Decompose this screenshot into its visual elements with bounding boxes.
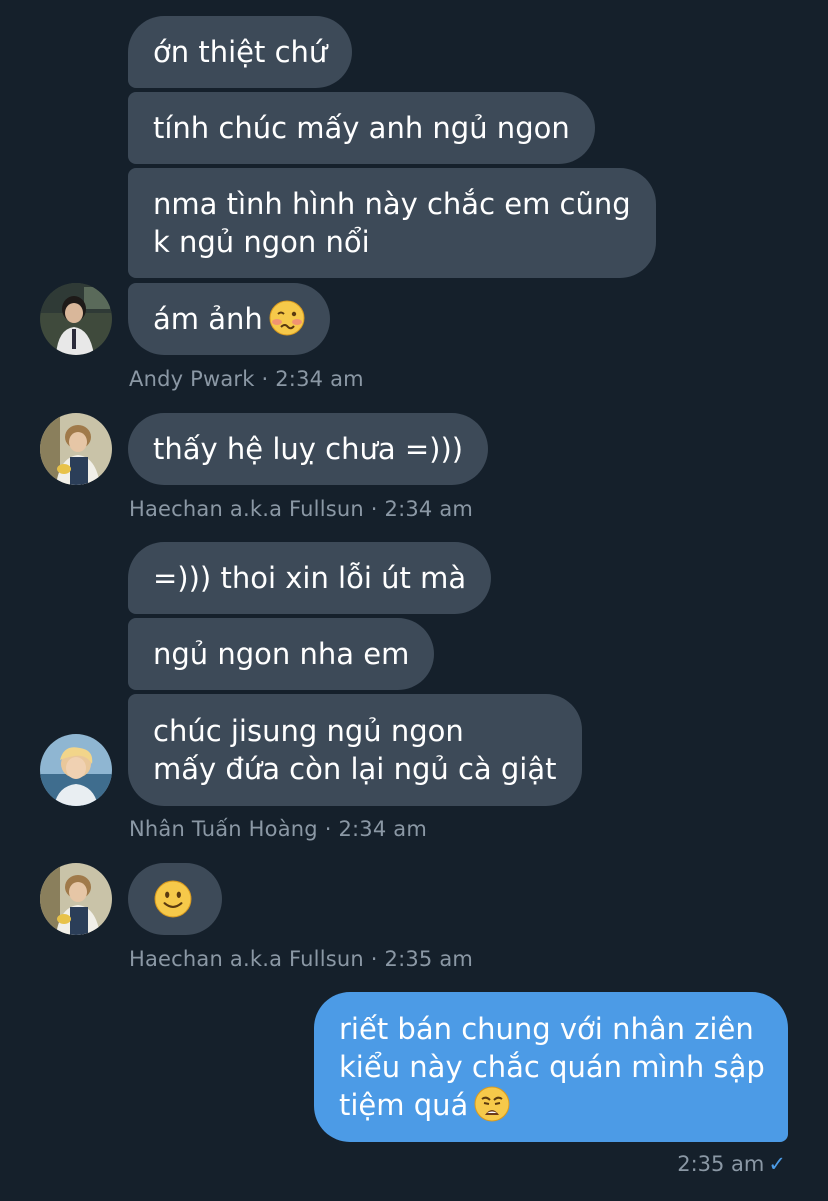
message-bubble[interactable]: ngủ ngon nha em xyxy=(128,618,435,690)
message-bubble[interactable] xyxy=(128,863,222,935)
message-meta: Andy Pwark · 2:34 am xyxy=(129,367,364,391)
message-text: =))) thoi xin lỗi út mà xyxy=(153,561,467,595)
message-text: riết bán chung với nhân ziên xyxy=(339,1012,754,1046)
message-bubble-outgoing[interactable]: riết bán chung với nhân ziên kiểu này ch… xyxy=(314,992,788,1142)
sent-check-icon: ✓ xyxy=(768,1152,786,1176)
avatar-haechan[interactable] xyxy=(40,413,112,485)
avatar-nhan-tuan-hoang[interactable] xyxy=(40,734,112,806)
woozy-face-emoji xyxy=(269,300,305,336)
message-text: k ngủ ngon nổi xyxy=(153,225,370,259)
message-time: 2:35 am xyxy=(677,1152,765,1176)
message-meta: Haechan a.k.a Fullsun · 2:34 am xyxy=(129,497,474,521)
message-text: kiểu này chắc quán mình sập xyxy=(339,1050,765,1084)
message-text: ngủ ngon nha em xyxy=(153,637,410,671)
message-bubble[interactable]: thấy hệ luỵ chưa =))) xyxy=(128,413,489,485)
message-text: tiệm quá xyxy=(339,1088,469,1122)
message-text: nma tình hình này chắc em cũng xyxy=(153,187,631,221)
message-bubble[interactable]: chúc jisung ngủ ngon mấy đứa còn lại ngủ… xyxy=(128,694,582,806)
message-meta: Haechan a.k.a Fullsun · 2:35 am xyxy=(129,947,474,971)
weary-face-emoji xyxy=(474,1086,510,1122)
avatar-haechan[interactable] xyxy=(40,863,112,935)
avatar-andy-pwark[interactable] xyxy=(40,283,112,355)
message-bubble[interactable]: =))) thoi xin lỗi út mà xyxy=(128,542,492,614)
message-meta: Nhân Tuấn Hoàng · 2:34 am xyxy=(129,817,428,841)
message-bubble[interactable]: ớn thiệt chứ xyxy=(128,16,353,88)
message-text: thấy hệ luỵ chưa =))) xyxy=(153,432,464,466)
message-text: ớn thiệt chứ xyxy=(153,35,328,69)
conversation-view: ớn thiệt chứ tính chúc mấy anh ngủ ngon … xyxy=(0,0,828,1201)
message-text: ám ảnh xyxy=(153,302,263,336)
message-text: mấy đứa còn lại ngủ cà giật xyxy=(153,752,557,786)
message-status: 2:35 am ✓ xyxy=(677,1152,786,1176)
message-text: tính chúc mấy anh ngủ ngon xyxy=(153,111,570,145)
message-text: chúc jisung ngủ ngon xyxy=(153,714,464,748)
message-bubble[interactable]: nma tình hình này chắc em cũng k ngủ ngo… xyxy=(128,168,656,278)
message-bubble[interactable]: tính chúc mấy anh ngủ ngon xyxy=(128,92,595,164)
slightly-smiling-face-emoji xyxy=(154,880,192,918)
message-bubble[interactable]: ám ảnh xyxy=(128,283,330,355)
